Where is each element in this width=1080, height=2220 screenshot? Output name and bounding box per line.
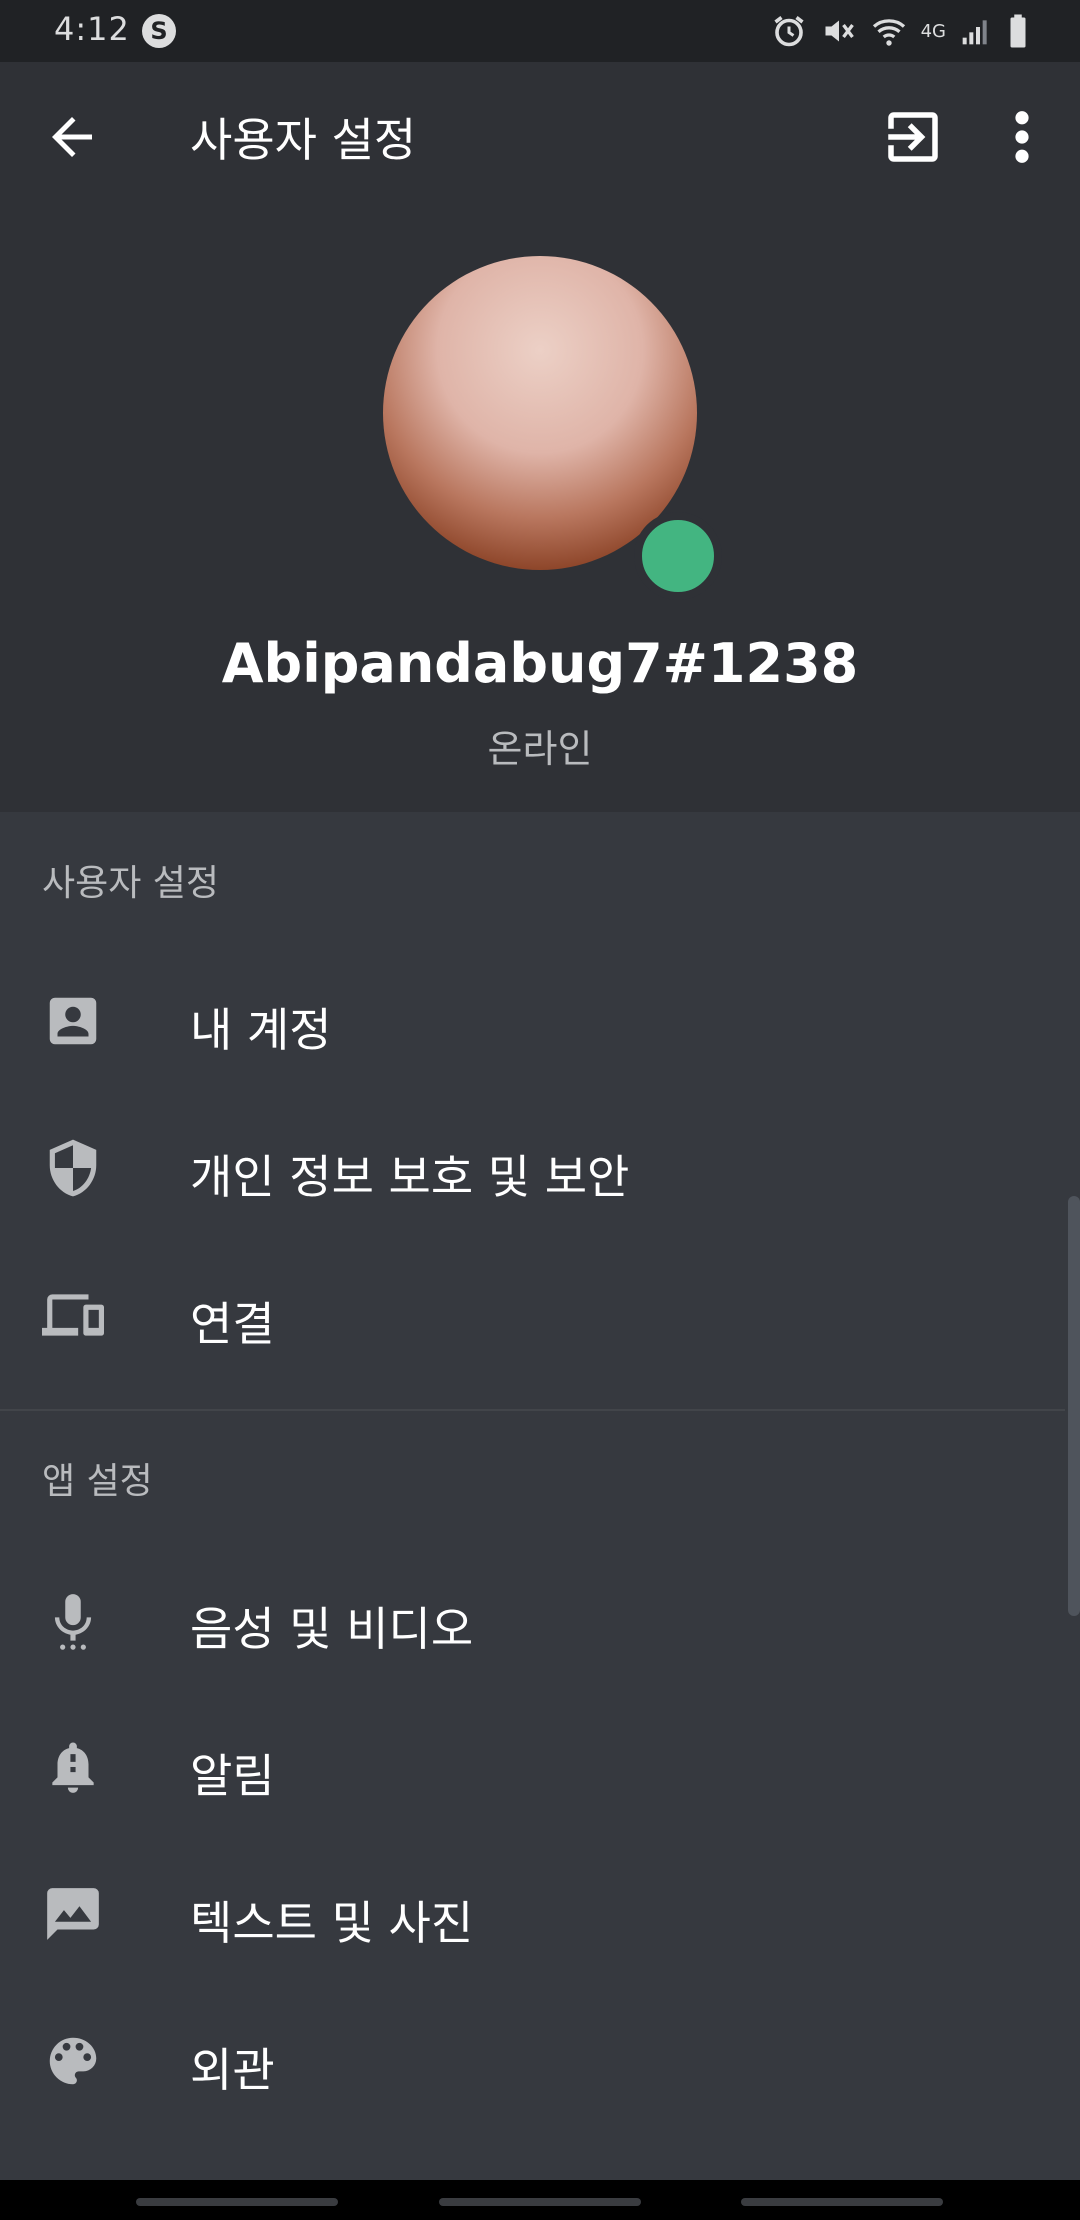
menu-item-voice-video[interactable]: 음성 및 비디오	[0, 1549, 1065, 1689]
logout-icon	[888, 112, 938, 162]
menu-label-privacy-security: 개인 정보 보호 및 보안	[190, 1150, 630, 1204]
menu-label-voice-video: 음성 및 비디오	[190, 1602, 474, 1656]
menu-item-my-account[interactable]: 내 계정	[0, 950, 1065, 1090]
nav-back-handle[interactable]	[741, 2198, 943, 2206]
online-status-indicator	[634, 512, 722, 600]
devices-icon	[42, 1294, 104, 1336]
status-time: 4:12	[54, 10, 130, 48]
alarm-icon	[774, 16, 804, 47]
menu-label-my-account: 내 계정	[190, 1003, 332, 1057]
system-nav-bar	[0, 2180, 1080, 2220]
username: Abipandabug7#1238	[221, 632, 859, 695]
status-icons: 4G	[771, 12, 1030, 50]
section-label-user-settings: 사용자 설정	[42, 863, 220, 904]
menu-label-notifications: 알림	[190, 1749, 275, 1803]
back-button[interactable]	[42, 107, 102, 167]
app-bar: 사용자 설정	[0, 62, 1080, 212]
microphone-icon	[54, 1594, 92, 1650]
nav-recents-handle[interactable]	[136, 2198, 338, 2206]
more-vert-icon	[1015, 111, 1029, 163]
signal-icon	[962, 20, 987, 45]
menu-item-privacy-security[interactable]: 개인 정보 보호 및 보안	[0, 1097, 1065, 1237]
logout-button[interactable]	[880, 104, 946, 170]
network-type: 4G	[920, 20, 946, 42]
app-notification-icon: S	[142, 14, 176, 48]
menu-item-connections[interactable]: 연결	[0, 1244, 1065, 1384]
scrollbar[interactable]	[1068, 1196, 1080, 1616]
arrow-left-icon	[52, 117, 92, 157]
menu-label-connections: 연결	[190, 1297, 275, 1351]
bell-icon	[52, 1742, 94, 1793]
status-bar: 4:12 S 4G	[0, 0, 1080, 62]
image-icon	[47, 1888, 99, 1940]
page-title: 사용자 설정	[190, 113, 417, 167]
wifi-icon	[872, 19, 905, 46]
section-divider	[0, 1409, 1065, 1411]
profile-header: Abipandabug7#1238 온라인	[0, 212, 1080, 812]
menu-item-appearance[interactable]: 외관	[0, 1990, 1065, 2130]
account-icon	[49, 997, 97, 1045]
nav-home-handle[interactable]	[439, 2198, 641, 2206]
presence-status: 온라인	[487, 727, 593, 771]
menu-item-text-images[interactable]: 텍스트 및 사진	[0, 1843, 1065, 1983]
palette-icon	[49, 2037, 97, 2085]
menu-label-text-images: 텍스트 및 사진	[190, 1896, 474, 1950]
menu-item-notifications[interactable]: 알림	[0, 1696, 1065, 1836]
mute-icon	[825, 20, 854, 42]
section-label-app-settings: 앱 설정	[42, 1461, 153, 1502]
more-options-button[interactable]	[1000, 104, 1044, 170]
shield-icon	[49, 1139, 97, 1197]
menu-label-appearance: 외관	[190, 2043, 275, 2097]
battery-icon	[1010, 14, 1026, 48]
